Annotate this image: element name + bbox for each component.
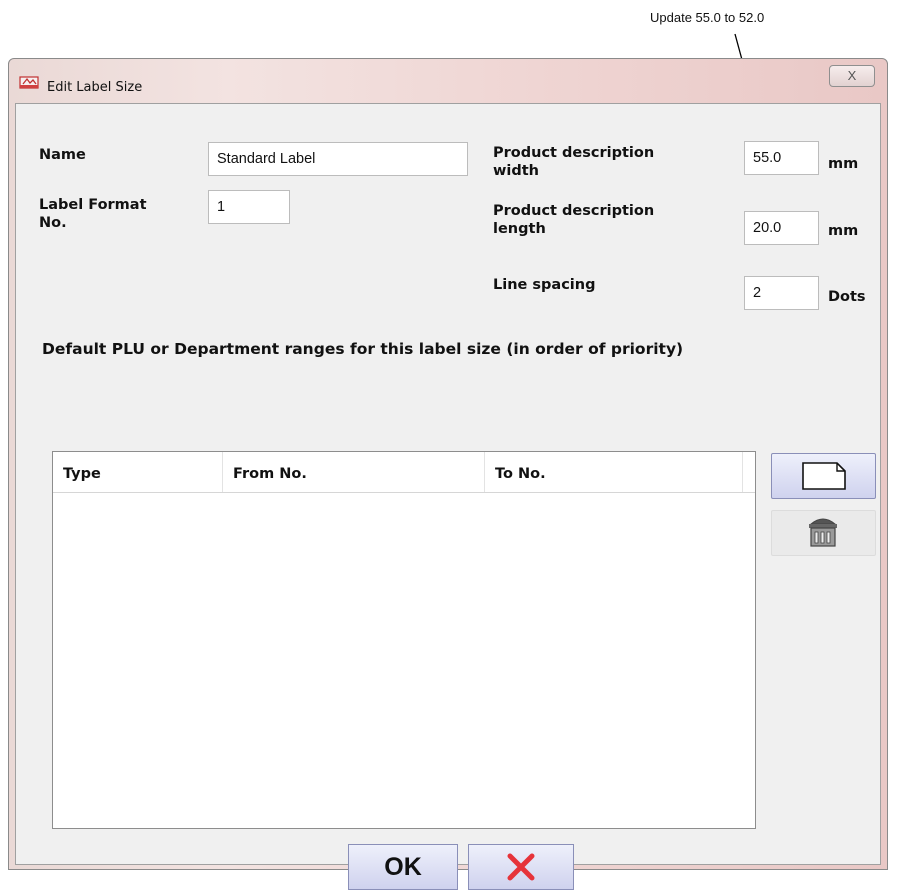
new-document-icon [802,462,846,490]
product-width-label: Product description width [493,144,654,180]
product-width-label-line2: width [493,163,539,179]
red-x-icon [507,853,535,881]
title-bar[interactable]: Edit Label Size X [9,59,887,103]
product-width-unit: mm [828,156,859,172]
label-format-label-line2: No. [39,215,67,231]
column-header-from-no[interactable]: From No. [223,452,485,492]
ok-button[interactable]: OK [348,844,458,890]
label-format-input[interactable]: 1 [208,190,290,224]
line-spacing-label: Line spacing [493,277,596,293]
column-header-to-no[interactable]: To No. [485,452,743,492]
label-format-label-line1: Label Format [39,197,147,213]
dialog-body: Name Standard Label Label Format No. 1 P… [15,103,881,890]
window-title: Edit Label Size [47,80,143,95]
close-button[interactable]: X [829,65,875,87]
product-width-input[interactable]: 55.0 [744,141,819,175]
line-spacing-unit: Dots [828,289,866,305]
product-length-label-line1: Product description [493,203,655,219]
label-format-label: Label Format No. [39,196,147,232]
delete-range-button[interactable] [771,510,876,556]
ranges-table[interactable]: Type From No. To No. [52,451,756,829]
ranges-table-header: Type From No. To No. [53,452,755,493]
trash-bin-icon [809,518,837,547]
line-spacing-input[interactable]: 2 [744,276,819,310]
column-header-type[interactable]: Type [53,452,223,492]
product-length-unit: mm [828,223,859,239]
product-length-input[interactable]: 20.0 [744,211,819,245]
app-icon [19,76,39,89]
product-length-label-line2: length [493,221,546,237]
product-width-label-line1: Product description [493,145,655,161]
name-input[interactable]: Standard Label [208,142,468,176]
add-range-button[interactable] [771,453,876,499]
ranges-heading: Default PLU or Department ranges for thi… [42,340,684,358]
close-icon: X [847,68,857,83]
cancel-button[interactable] [468,844,574,890]
product-length-label: Product description length [493,202,654,238]
edit-label-size-window: Edit Label Size X Name Standard Label La… [8,58,888,890]
name-label: Name [39,147,86,163]
